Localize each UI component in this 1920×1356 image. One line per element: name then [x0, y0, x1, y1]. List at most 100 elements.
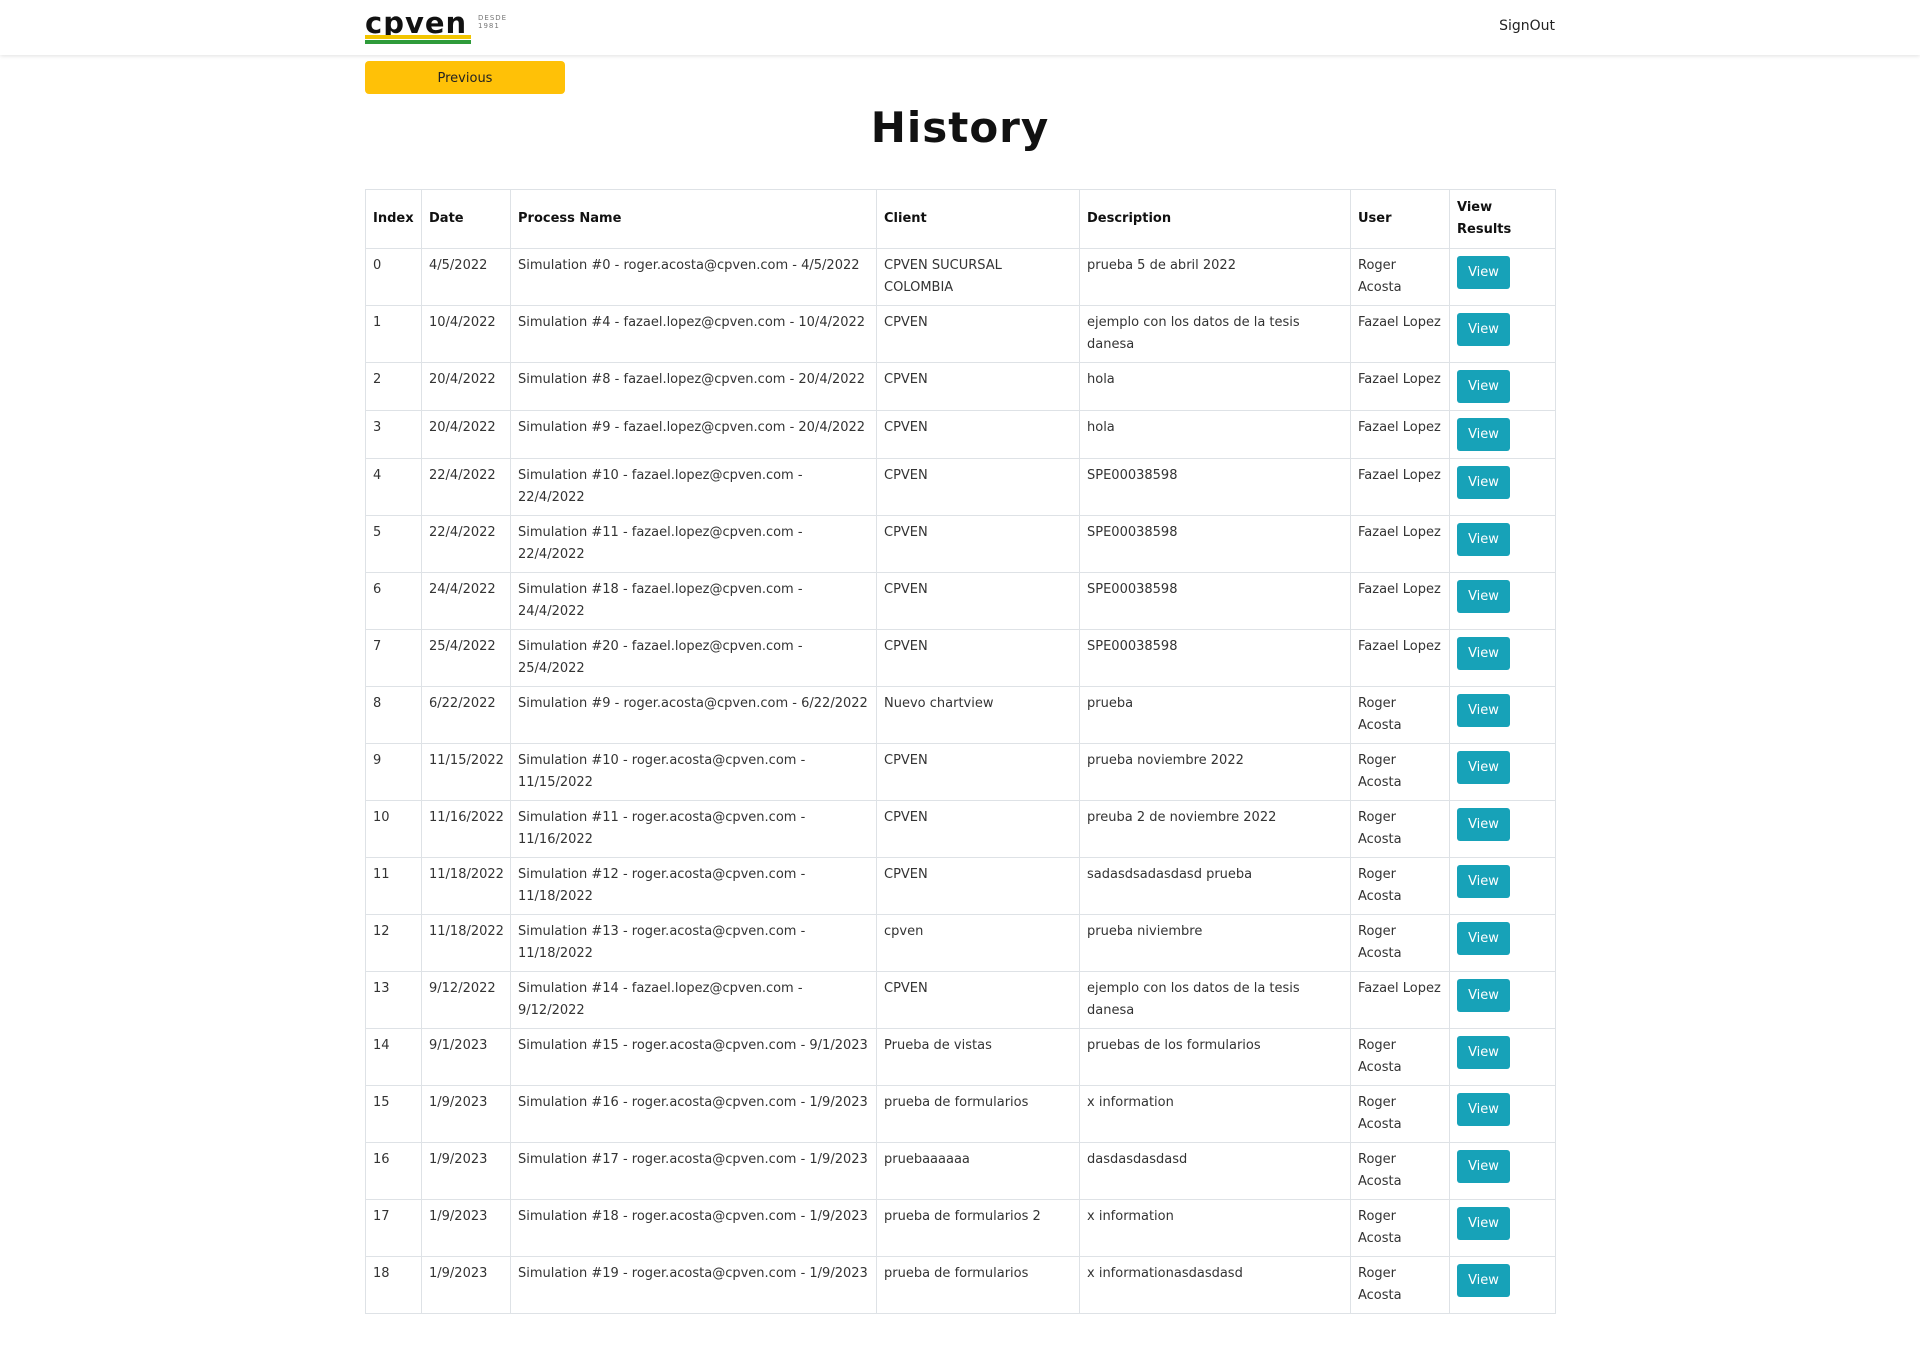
cell-index: 3 [365, 410, 422, 459]
cell-user: Roger Acosta [1350, 1199, 1450, 1257]
cell-view-results: View [1449, 686, 1556, 744]
cell-view-results: View [1449, 800, 1556, 858]
cell-index: 1 [365, 305, 422, 363]
cell-view-results: View [1449, 1199, 1556, 1257]
cell-process: Simulation #10 - fazael.lopez@cpven.com … [510, 458, 877, 516]
view-results-button[interactable]: View [1457, 1036, 1510, 1069]
table-row: 8 6/22/2022 Simulation #9 - roger.acosta@c… [365, 686, 1556, 744]
cell-date: 11/16/2022 [421, 800, 511, 858]
cell-user: Roger Acosta [1350, 914, 1450, 972]
cell-description: SPE00038598 [1079, 515, 1351, 573]
view-results-button[interactable]: View [1457, 1093, 1510, 1126]
view-results-button[interactable]: View [1457, 865, 1510, 898]
cell-description: SPE00038598 [1079, 458, 1351, 516]
cell-client: CPVEN [876, 362, 1080, 411]
cell-user: Fazael Lopez [1350, 572, 1450, 630]
cell-date: 4/5/2022 [421, 248, 511, 306]
table-header-row: Index Date Process Name Client Descripti… [365, 189, 1556, 249]
header-view-results: View Results [1449, 189, 1556, 249]
table-row: 11 11/18/2022 Simulation #12 - roger.acost… [365, 857, 1556, 915]
previous-button[interactable]: Previous [365, 61, 565, 94]
cell-date: 1/9/2023 [421, 1256, 511, 1314]
cell-date: 11/15/2022 [421, 743, 511, 801]
cell-view-results: View [1449, 410, 1556, 459]
cell-index: 17 [365, 1199, 422, 1257]
cell-process: Simulation #19 - roger.acosta@cpven.com … [510, 1256, 877, 1314]
table-row: 5 22/4/2022 Simulation #11 - fazael.lopez@… [365, 515, 1556, 573]
cell-index: 2 [365, 362, 422, 411]
cell-client: prueba de formularios 2 [876, 1199, 1080, 1257]
cell-client: cpven [876, 914, 1080, 972]
cell-description: dasdasdasdasd [1079, 1142, 1351, 1200]
cpven-logo[interactable]: cpven DESDE 1981 [365, 6, 510, 44]
cell-description: SPE00038598 [1079, 572, 1351, 630]
table-row: 2 20/4/2022 Simulation #8 - fazael.lopez@c… [365, 362, 1556, 411]
cell-index: 6 [365, 572, 422, 630]
cell-view-results: View [1449, 857, 1556, 915]
cell-view-results: View [1449, 971, 1556, 1029]
logo-since-text: DESDE 1981 [478, 14, 508, 30]
cell-index: 4 [365, 458, 422, 516]
view-results-button[interactable]: View [1457, 751, 1510, 784]
view-results-button[interactable]: View [1457, 313, 1510, 346]
cell-description: pruebas de los formularios [1079, 1028, 1351, 1086]
cell-description: prueba noviembre 2022 [1079, 743, 1351, 801]
cell-view-results: View [1449, 743, 1556, 801]
logo-green-stripe [365, 40, 471, 44]
cell-user: Roger Acosta [1350, 1085, 1450, 1143]
cell-client: Nuevo chartview [876, 686, 1080, 744]
cell-date: 6/22/2022 [421, 686, 511, 744]
cell-date: 20/4/2022 [421, 410, 511, 459]
cell-client: CPVEN [876, 572, 1080, 630]
header-client: Client [876, 189, 1080, 249]
view-results-button[interactable]: View [1457, 580, 1510, 613]
table-row: 1 10/4/2022 Simulation #4 - fazael.lopez@c… [365, 305, 1556, 363]
view-results-button[interactable]: View [1457, 418, 1510, 451]
cell-description: ejemplo con los datos de la tesis danesa [1079, 971, 1351, 1029]
cell-view-results: View [1449, 629, 1556, 687]
cell-index: 11 [365, 857, 422, 915]
cell-date: 24/4/2022 [421, 572, 511, 630]
cell-client: CPVEN SUCURSAL COLOMBIA [876, 248, 1080, 306]
view-results-button[interactable]: View [1457, 1207, 1510, 1240]
view-results-button[interactable]: View [1457, 1150, 1510, 1183]
cell-user: Roger Acosta [1350, 743, 1450, 801]
view-results-button[interactable]: View [1457, 922, 1510, 955]
view-results-button[interactable]: View [1457, 637, 1510, 670]
cell-client: CPVEN [876, 743, 1080, 801]
history-table: Index Date Process Name Client Descripti… [365, 189, 1556, 1314]
view-results-button[interactable]: View [1457, 1264, 1510, 1297]
cell-user: Roger Acosta [1350, 1256, 1450, 1314]
view-results-button[interactable]: View [1457, 808, 1510, 841]
table-row: 17 1/9/2023 Simulation #18 - roger.acosta@… [365, 1199, 1556, 1257]
cell-process: Simulation #17 - roger.acosta@cpven.com … [510, 1142, 877, 1200]
cell-date: 10/4/2022 [421, 305, 511, 363]
cell-user: Fazael Lopez [1350, 410, 1450, 459]
view-results-button[interactable]: View [1457, 370, 1510, 403]
table-row: 0 4/5/2022 Simulation #0 - roger.acosta@cp… [365, 248, 1556, 306]
header-index: Index [365, 189, 422, 249]
view-results-button[interactable]: View [1457, 466, 1510, 499]
cell-description: prueba [1079, 686, 1351, 744]
cell-client: CPVEN [876, 410, 1080, 459]
cell-date: 1/9/2023 [421, 1085, 511, 1143]
view-results-button[interactable]: View [1457, 694, 1510, 727]
cell-date: 22/4/2022 [421, 458, 511, 516]
view-results-button[interactable]: View [1457, 256, 1510, 289]
cell-description: x information [1079, 1085, 1351, 1143]
cell-date: 1/9/2023 [421, 1199, 511, 1257]
cell-process: Simulation #12 - roger.acosta@cpven.com … [510, 857, 877, 915]
cell-index: 10 [365, 800, 422, 858]
cell-process: Simulation #9 - roger.acosta@cpven.com -… [510, 686, 877, 744]
cell-index: 18 [365, 1256, 422, 1314]
view-results-button[interactable]: View [1457, 979, 1510, 1012]
table-row: 4 22/4/2022 Simulation #10 - fazael.lopez@… [365, 458, 1556, 516]
cell-description: prueba niviembre [1079, 914, 1351, 972]
signout-link[interactable]: SignOut [1482, 18, 1555, 34]
cell-process: Simulation #0 - roger.acosta@cpven.com -… [510, 248, 877, 306]
view-results-button[interactable]: View [1457, 523, 1510, 556]
cell-client: CPVEN [876, 515, 1080, 573]
cell-index: 14 [365, 1028, 422, 1086]
header-user: User [1350, 189, 1450, 249]
cell-process: Simulation #18 - fazael.lopez@cpven.com … [510, 572, 877, 630]
